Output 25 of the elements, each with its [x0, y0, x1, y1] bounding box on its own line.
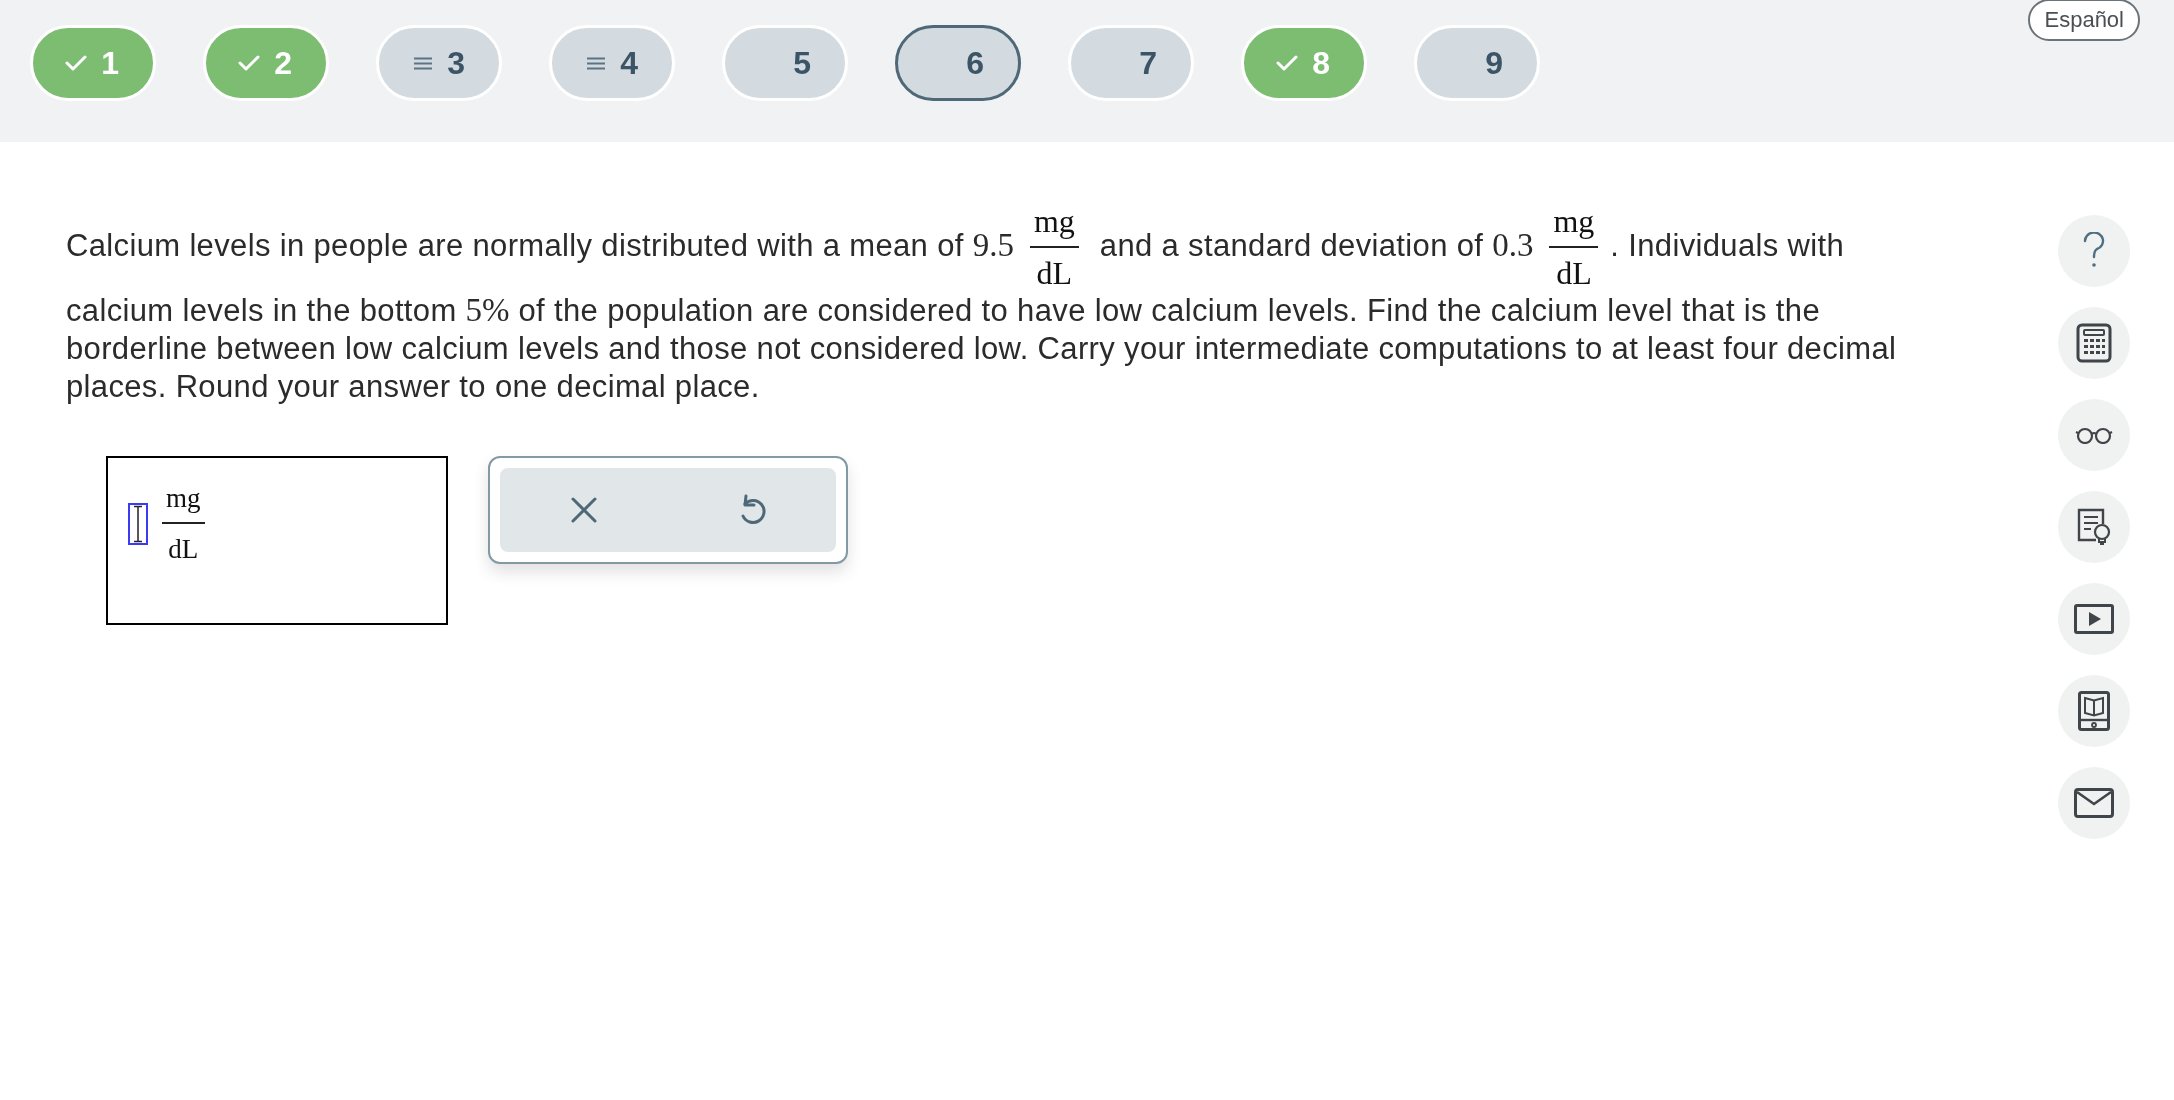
language-button[interactable]: Español	[2028, 0, 2140, 41]
check-icon	[238, 54, 261, 72]
check-icon	[65, 54, 88, 72]
tablet-book-icon	[2078, 691, 2110, 731]
question-mark-icon	[2082, 232, 2106, 270]
calculator-icon	[2076, 323, 2112, 363]
answer-box[interactable]: mg dL	[106, 456, 448, 626]
question-number-button[interactable]: 5	[722, 25, 848, 101]
question-number-button[interactable]: 7	[1068, 25, 1194, 101]
document-lightbulb-icon	[2076, 508, 2112, 546]
input-field[interactable]	[128, 502, 148, 545]
lines-icon	[586, 56, 607, 70]
text-cursor-icon	[133, 504, 143, 543]
envelope-icon	[2074, 788, 2114, 818]
close-icon	[570, 496, 598, 525]
question-number-button[interactable]: 6	[895, 25, 1021, 101]
unit-fraction: mg dL	[162, 482, 205, 565]
question-number-button[interactable]: 3	[376, 25, 502, 101]
question-text: Calcium levels in people are normally distributed with a mean of 9.5 mg dL and a standard deviation of 0.3 mg dL . Individuals with calcium levels in the bottom 5% of the population are considered to have low calcium levels. Find the calcium level that is the borderline between low calcium levels and those not considered low. Carry your intermediate computations to at least four decimal places. Round your answer to one decimal place.	[66, 204, 1898, 407]
check-icon	[1276, 54, 1299, 72]
question-number-button[interactable]: 9	[1414, 25, 1540, 101]
glasses-icon	[2075, 426, 2113, 444]
video-play-icon	[2074, 604, 2114, 634]
question-number-button[interactable]: 4	[549, 25, 675, 101]
lines-icon	[413, 56, 434, 70]
